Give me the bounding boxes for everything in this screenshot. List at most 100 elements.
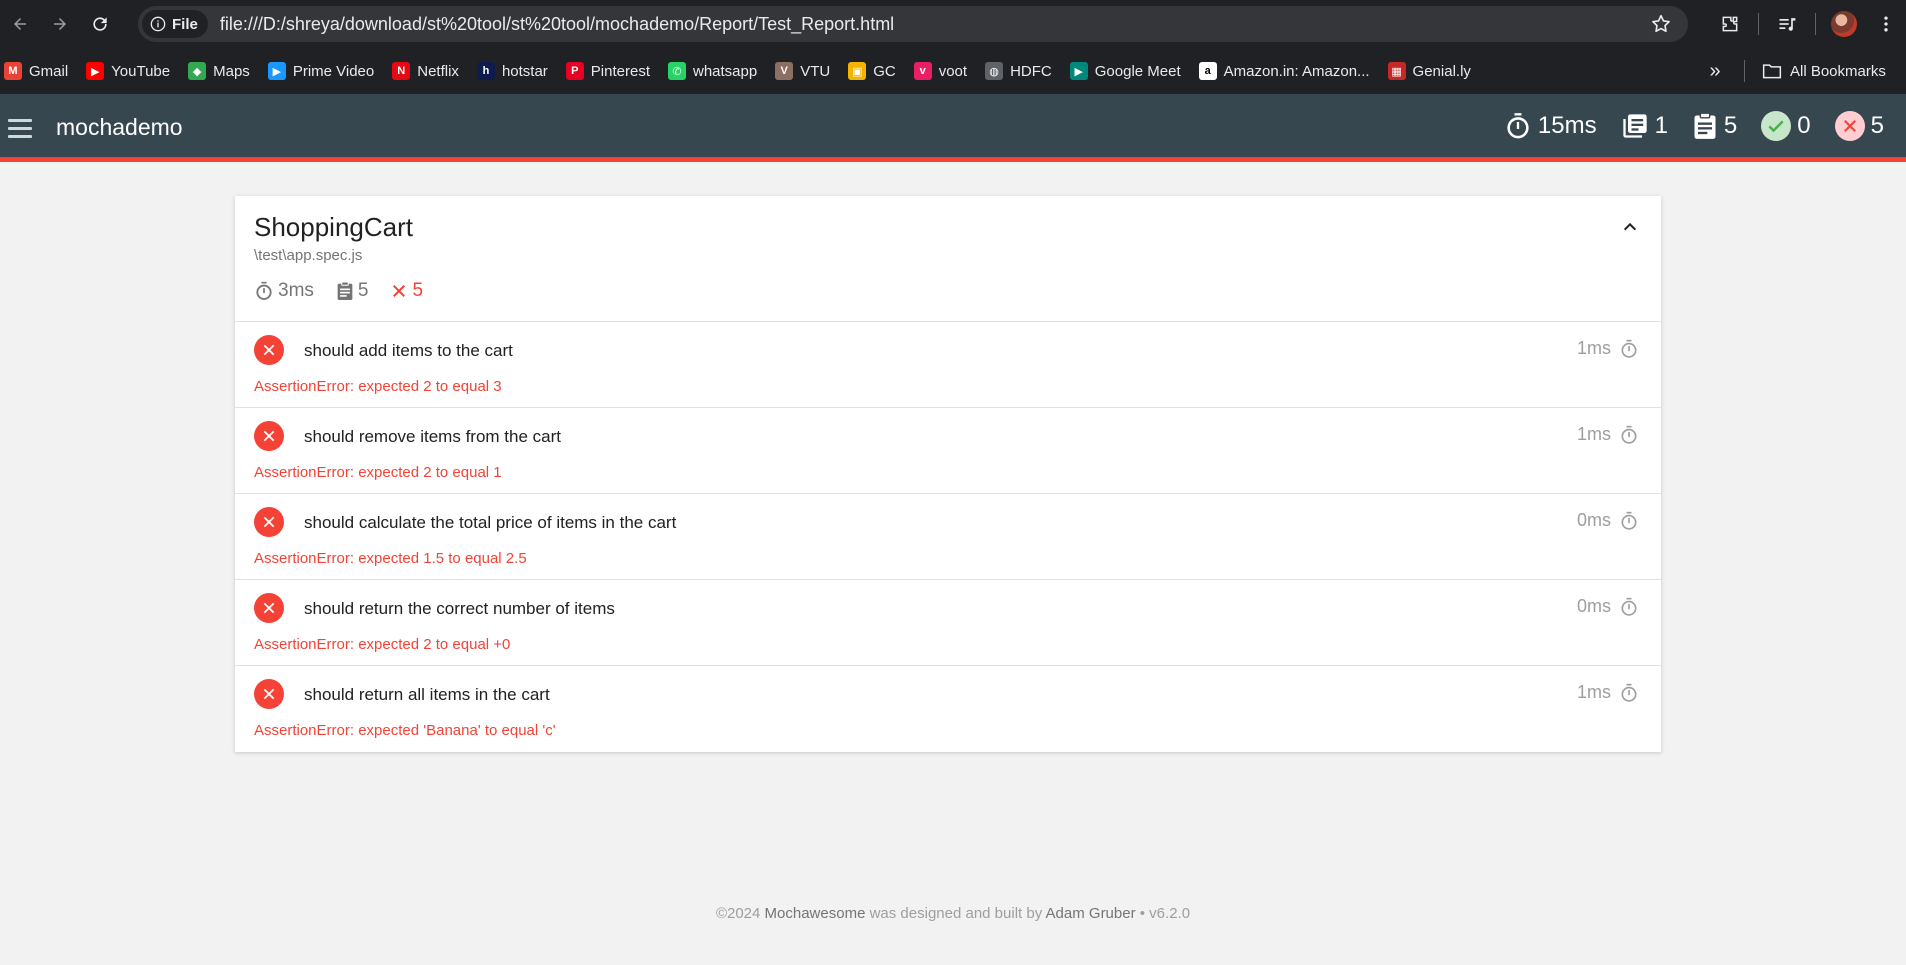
bookmark-prime-video[interactable]: ▶ Prime Video: [267, 56, 383, 86]
stat-suites[interactable]: 1: [1621, 112, 1668, 140]
stat-duration-value: 15ms: [1537, 112, 1597, 139]
address-bar[interactable]: File file:///D:/shreya/download/st%20too…: [138, 6, 1688, 42]
reload-button[interactable]: [80, 4, 120, 44]
chevron-double-right-icon[interactable]: »: [1700, 56, 1730, 86]
toolbar-divider: [1758, 13, 1759, 35]
bookmark-gc[interactable]: ▣ GC: [848, 56, 905, 86]
footer-version: • v6.2.0: [1135, 905, 1191, 922]
more-vert-icon: [1884, 16, 1888, 32]
chevron-up-icon: [1623, 222, 1637, 231]
test-row[interactable]: should add items to the cart 1ms Asserti…: [235, 322, 1661, 408]
test-row[interactable]: should return the correct number of item…: [235, 580, 1661, 666]
youtube-icon: ▶: [86, 62, 105, 80]
test-duration: 1ms: [1577, 338, 1639, 359]
browser-toolbar: File file:///D:/shreya/download/st%20too…: [0, 0, 1906, 48]
test-error: AssertionError: expected 2 to equal 1: [254, 464, 502, 481]
folder-icon: [1762, 64, 1782, 79]
suite-failures-value: 5: [412, 280, 424, 301]
test-duration: 1ms: [1577, 682, 1639, 703]
timer-icon: [256, 281, 272, 300]
bookmark-label: Genial.ly: [1412, 62, 1471, 80]
summary-stats: 15ms 1 5 0 5: [1480, 111, 1884, 141]
google-meet-icon: ▶: [1069, 62, 1088, 80]
avatar: [1831, 11, 1857, 37]
arrow-left-icon: [14, 18, 26, 30]
menu-icon[interactable]: [8, 114, 36, 142]
bookmark-gmail[interactable]: M Gmail: [4, 56, 77, 86]
bookmark-netflix[interactable]: N Netflix: [392, 56, 468, 86]
bookmark-label: voot: [938, 62, 968, 80]
mochawesome-link[interactable]: Mochawesome: [765, 905, 866, 922]
bookmark-genial-ly[interactable]: ▦ Genial.ly: [1387, 56, 1480, 86]
bookmark-label: HDFC: [1010, 62, 1052, 80]
author-link[interactable]: Adam Gruber: [1046, 905, 1136, 922]
genially-icon: ▦: [1387, 62, 1406, 80]
library-books-icon: [1622, 114, 1647, 138]
timer-icon: [1621, 339, 1637, 358]
bookmark-whatsapp[interactable]: ✆ whatsapp: [668, 56, 766, 86]
suite-failures: 5: [390, 280, 423, 302]
footer-prefix: ©2024: [715, 905, 765, 922]
bookmark-label: Netflix: [417, 62, 459, 80]
bookmark-voot[interactable]: v voot: [913, 56, 976, 86]
bookmark-maps[interactable]: ◆ Maps: [188, 56, 259, 86]
bookmark-amazon-in-amazon[interactable]: a Amazon.in: Amazon...: [1198, 56, 1379, 86]
fail-icon: [254, 679, 284, 709]
collapse-button[interactable]: [1617, 214, 1643, 240]
stat-passes-value: 0: [1797, 112, 1811, 139]
stat-suites-value: 1: [1654, 112, 1668, 139]
bookmark-label: Gmail: [29, 62, 69, 80]
bookmark-label: YouTube: [111, 62, 171, 80]
test-error: AssertionError: expected 'Banana' to equ…: [254, 722, 556, 739]
stat-passes[interactable]: 0: [1761, 111, 1811, 141]
bookmark-label: Pinterest: [590, 62, 650, 80]
arrow-right-icon: [54, 18, 66, 30]
profile-button[interactable]: [1822, 4, 1866, 44]
test-title: should return the correct number of item…: [304, 599, 615, 618]
timer-icon: [1507, 113, 1529, 139]
playlist-icon: [1779, 18, 1796, 31]
forward-button[interactable]: [40, 4, 80, 44]
browser-actions: [1708, 0, 1906, 48]
stat-tests[interactable]: 5: [1692, 112, 1737, 140]
suite-file-path: \test\app.spec.js: [254, 247, 363, 264]
toolbar-divider: [1815, 13, 1816, 35]
clipboard-icon: [337, 281, 353, 300]
test-error: AssertionError: expected 2 to equal 3: [254, 378, 502, 395]
close-icon: [1834, 111, 1865, 141]
url-text[interactable]: file:///D:/shreya/download/st%20tool/st%…: [220, 14, 894, 35]
bookmark-vtu[interactable]: V VTU: [775, 56, 839, 86]
bookmark-pinterest[interactable]: P Pinterest: [565, 56, 659, 86]
site-info-chip[interactable]: File: [142, 10, 208, 38]
bookmark-google-meet[interactable]: ▶ Google Meet: [1069, 56, 1190, 86]
timer-icon: [1621, 511, 1637, 530]
bookmark-label: Maps: [213, 62, 250, 80]
menu-button[interactable]: [1866, 4, 1906, 44]
bookmark-star-icon[interactable]: [1650, 13, 1672, 40]
test-duration-value: 0ms: [1576, 510, 1611, 530]
all-bookmarks-button[interactable]: All Bookmarks: [1762, 56, 1886, 86]
test-title: should remove items from the cart: [304, 427, 561, 446]
stat-tests-value: 5: [1723, 112, 1738, 139]
suite-duration-value: 3ms: [278, 280, 314, 301]
media-controls-button[interactable]: [1765, 4, 1809, 44]
extensions-button[interactable]: [1708, 4, 1752, 44]
bookmark-hotstar[interactable]: h hotstar: [476, 56, 557, 86]
file-chip-label: File: [172, 15, 198, 33]
info-icon: [150, 16, 166, 32]
stat-failures[interactable]: 5: [1834, 111, 1884, 141]
stat-failures-value: 5: [1870, 112, 1884, 139]
test-row[interactable]: should remove items from the cart 1ms As…: [235, 408, 1661, 494]
suite-card: ShoppingCart \test\app.spec.js 3ms 5 5 s…: [235, 196, 1661, 752]
back-button[interactable]: [0, 4, 40, 44]
bookmark-hdfc[interactable]: ◍ HDFC: [985, 56, 1061, 86]
bookmark-youtube[interactable]: ▶ YouTube: [86, 56, 179, 86]
suite-tests: 5: [336, 280, 368, 302]
voot-icon: v: [913, 62, 932, 80]
test-row[interactable]: should return all items in the cart 1ms …: [235, 666, 1661, 752]
close-icon: [393, 285, 406, 297]
suite-duration: 3ms: [254, 280, 314, 302]
stat-duration[interactable]: 15ms: [1504, 112, 1597, 140]
test-row[interactable]: should calculate the total price of item…: [235, 494, 1661, 580]
test-title: should add items to the cart: [304, 341, 513, 360]
